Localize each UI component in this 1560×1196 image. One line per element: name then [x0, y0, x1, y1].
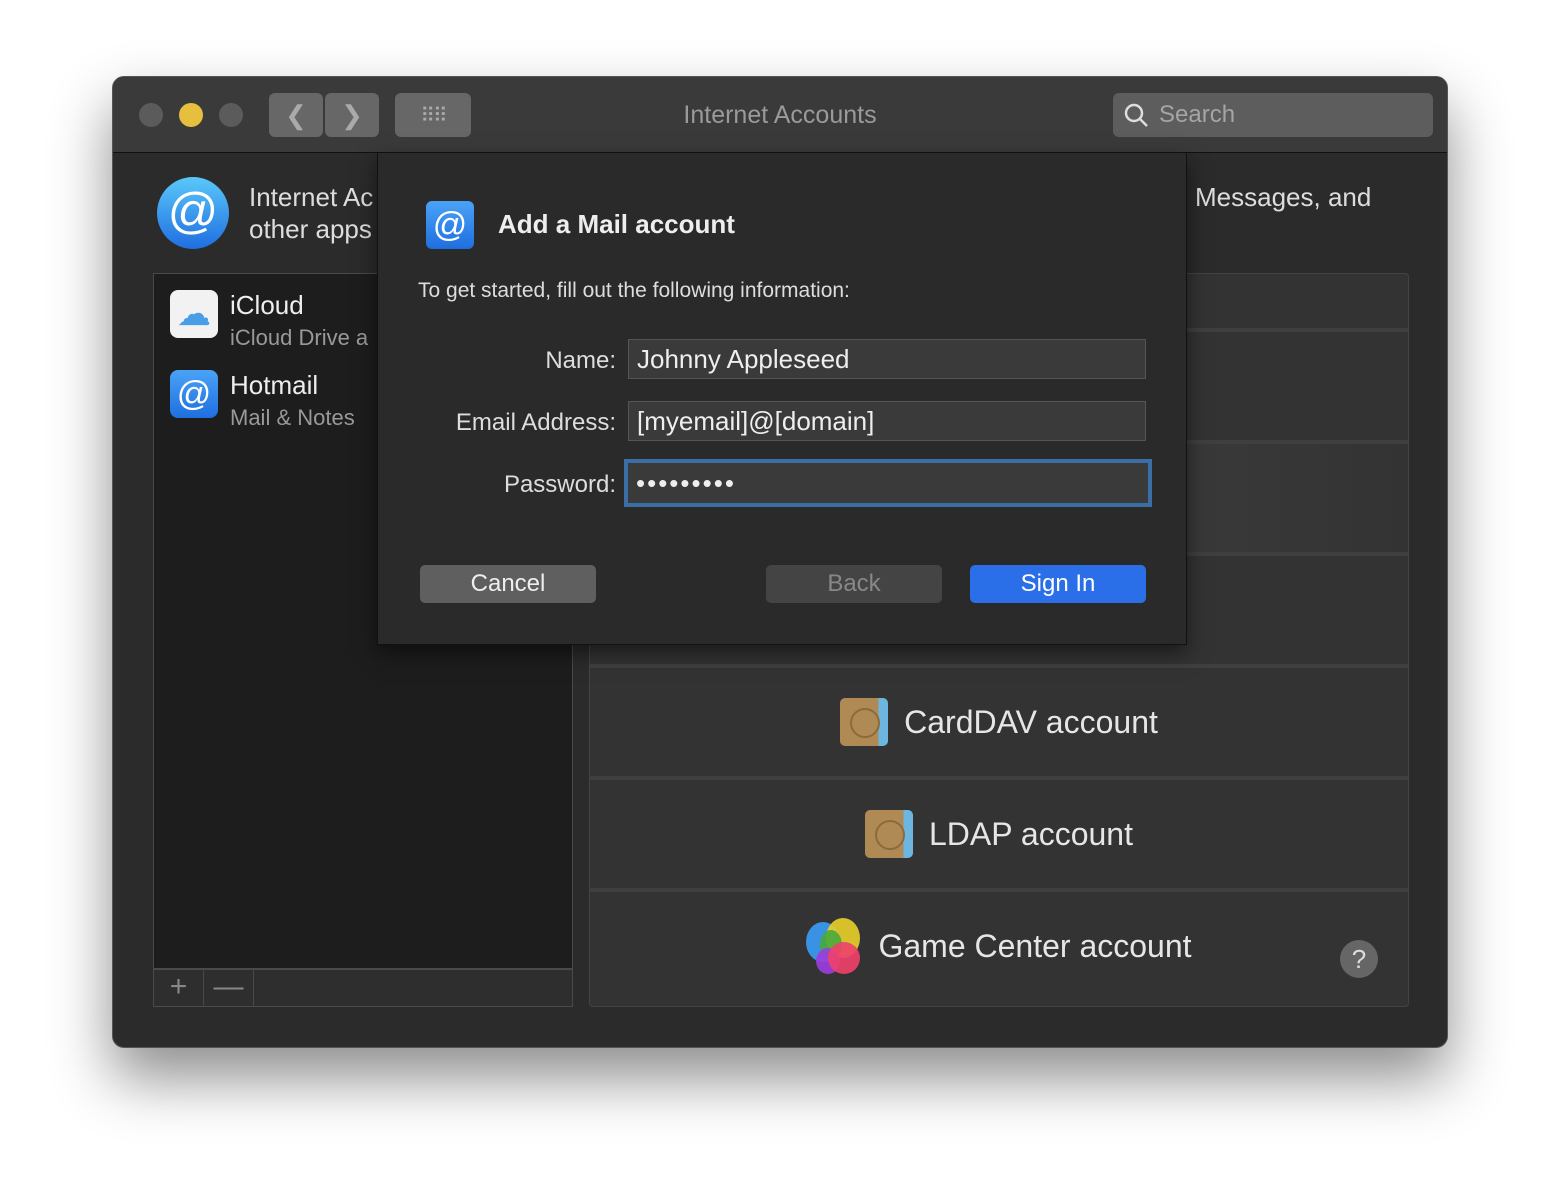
remove-account-button[interactable]: — [204, 970, 254, 1006]
provider-label: Game Center account [878, 927, 1192, 964]
help-button[interactable]: ? [1340, 940, 1378, 978]
add-mail-account-dialog: @ Add a Mail account To get started, fil… [377, 153, 1187, 645]
dialog-title: Add a Mail account [498, 209, 735, 239]
search-input[interactable]: Search [1113, 93, 1433, 137]
icloud-icon: ☁ [170, 290, 218, 338]
account-name: iCloud [230, 290, 304, 320]
search-icon [1124, 103, 1148, 127]
password-label: Password: [503, 471, 616, 498]
password-field[interactable]: ••••••••• [624, 459, 1152, 507]
internet-accounts-icon: @ [157, 177, 229, 249]
search-placeholder: Search [1159, 101, 1236, 128]
title-bar: ❮ ❯ ⠿⠿ Internet Accounts Search [113, 77, 1447, 153]
provider-ldap[interactable]: LDAP account [590, 776, 1408, 888]
name-field[interactable]: Johnny Appleseed [628, 339, 1146, 379]
provider-label: LDAP account [929, 815, 1133, 852]
contacts-book-icon [840, 698, 889, 746]
provider-label: CardDAV account [904, 703, 1158, 740]
add-account-button[interactable]: + [154, 970, 204, 1006]
email-field[interactable]: [myemail]@[domain] [628, 401, 1146, 441]
account-detail: Mail & Notes [230, 405, 355, 430]
dialog-intro: To get started, fill out the following i… [418, 279, 850, 302]
account-item-icloud[interactable]: ☁ iCloud iCloud Drive a [170, 290, 368, 351]
cancel-button[interactable]: Cancel [420, 565, 596, 603]
header-line-1: Internet Ac [249, 182, 374, 212]
list-controls: + — [153, 969, 573, 1007]
account-name: Hotmail [230, 370, 319, 400]
internet-accounts-window: ❮ ❯ ⠿⠿ Internet Accounts Search @ Intern… [112, 76, 1448, 1048]
game-center-icon [806, 918, 862, 974]
name-label: Name: [545, 347, 616, 374]
header-description-right: Messages, and [1195, 182, 1372, 212]
account-detail: iCloud Drive a [230, 325, 369, 350]
header-line-2: other apps [249, 214, 372, 244]
contacts-book-icon [865, 810, 913, 858]
provider-carddav[interactable]: CardDAV account [590, 664, 1408, 776]
back-button[interactable]: Back [766, 565, 942, 603]
at-icon: @ [170, 370, 218, 418]
sign-in-button[interactable]: Sign In [970, 565, 1146, 603]
provider-game-center[interactable]: Game Center account [590, 888, 1408, 1000]
account-item-hotmail[interactable]: @ Hotmail Mail & Notes [170, 370, 355, 431]
at-icon: @ [426, 201, 474, 249]
email-label: Email Address: [455, 409, 616, 436]
header-description: Internet Ac other apps [249, 181, 373, 245]
